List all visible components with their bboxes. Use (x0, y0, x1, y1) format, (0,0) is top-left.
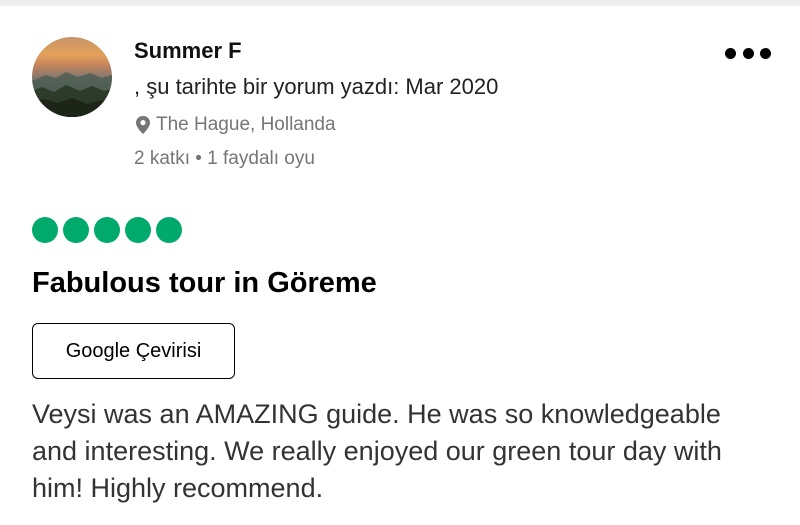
avatar-landscape-image (32, 72, 112, 117)
more-options-icon[interactable] (725, 43, 771, 63)
more-dot (742, 47, 754, 59)
rating-bubbles (32, 217, 187, 243)
rating-bubble (63, 217, 89, 243)
rating-bubble (156, 217, 182, 243)
rating-bubble (125, 217, 151, 243)
more-dot (725, 47, 736, 59)
review-date-line: , şu tarihte bir yorum yazdı: Mar 2020 (134, 74, 499, 99)
review-title: Fabulous tour in Göreme (32, 267, 377, 299)
google-translate-button[interactable]: Google Çevirisi (32, 323, 235, 379)
map-pin-icon (134, 115, 152, 135)
more-dot (760, 47, 771, 59)
avatar[interactable] (32, 37, 112, 117)
rating-bubble (94, 217, 120, 243)
reviewer-location: The Hague, Hollanda (134, 114, 336, 136)
top-divider (0, 0, 800, 6)
review-body: Veysi was an AMAZING guide. He was so kn… (32, 399, 722, 503)
reviewer-stats: 2 katkı • 1 faydalı oyu (134, 148, 315, 169)
location-text: The Hague, Hollanda (156, 114, 336, 135)
rating-bubble (32, 217, 58, 243)
reviewer-name[interactable]: Summer F (134, 38, 242, 64)
